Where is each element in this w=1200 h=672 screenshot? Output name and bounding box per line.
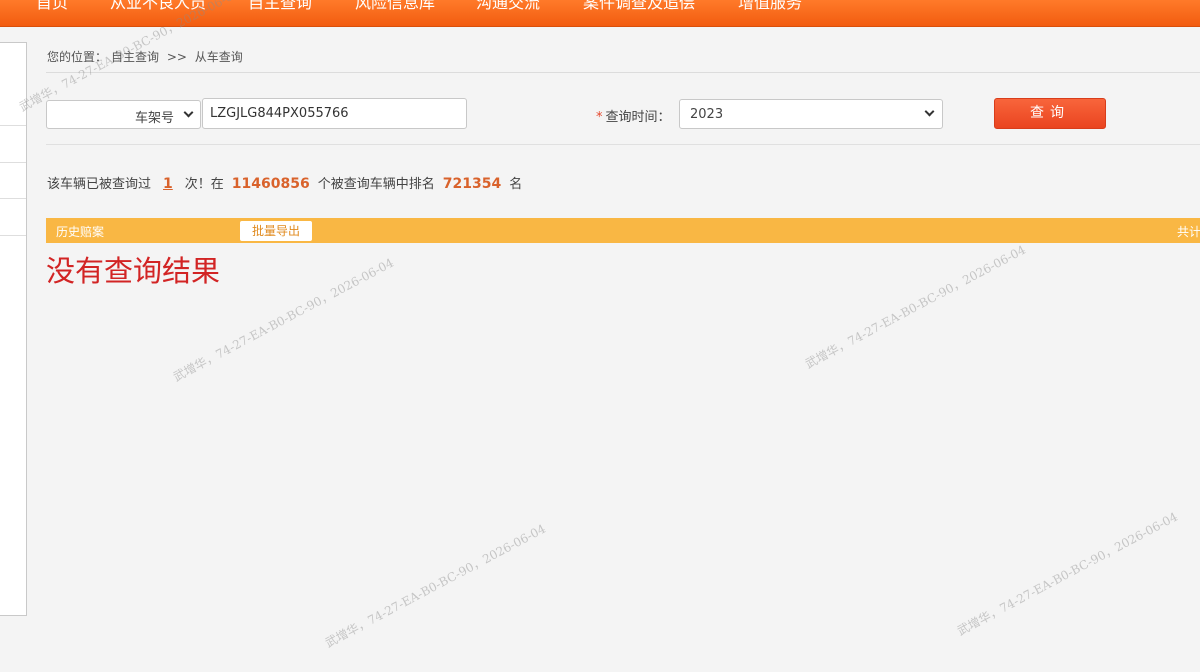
chevron-down-icon [183, 107, 194, 118]
stats-text-before: 该车辆已被查询过 [47, 177, 152, 192]
breadcrumb-prefix: 您的位置： [47, 50, 108, 64]
query-time-label-text: 查询时间： [605, 110, 671, 125]
breadcrumb: 您的位置： 自主查询 >> 从车查询 [47, 48, 247, 65]
query-year-select[interactable]: 2023 [679, 99, 943, 129]
total-vehicles-count: 11460856 [231, 176, 310, 192]
nav-item-case-investigation[interactable]: 案件调查及追偿 [583, 0, 695, 15]
divider [46, 144, 1200, 145]
stats-text-mid2: 个被查询车辆中排名 [317, 177, 435, 192]
required-mark: * [596, 110, 603, 125]
nav-item-bad-practitioners[interactable]: 从业不良人员 [110, 0, 206, 15]
query-year-value: 2023 [690, 107, 724, 122]
query-stats: 该车辆已被查询过 1 次！在 11460856 个被查询车辆中排名 721354 名 [47, 173, 522, 192]
search-button[interactable]: 查询 [994, 98, 1106, 129]
results-header-bar: 历史赔案 批量导出 共计 [46, 218, 1200, 243]
batch-export-button[interactable]: 批量导出 [240, 221, 312, 241]
chevron-down-icon [924, 106, 935, 117]
results-total-label: 共计 [1177, 225, 1200, 239]
breadcrumb-self-query[interactable]: 自主查询 [111, 50, 159, 64]
breadcrumb-current: 从车查询 [194, 50, 243, 64]
sidebar-divider [0, 198, 26, 199]
nav-item-self-query[interactable]: 自主查询 [248, 0, 312, 15]
watermark: 武增华，74-27-EA-B0-BC-90，2026-06-04 [802, 242, 1028, 372]
nav-item-home[interactable]: 首页 [36, 0, 68, 15]
results-title: 历史赔案 [56, 225, 105, 239]
empty-results-message: 没有查询结果 [46, 254, 221, 288]
watermark: 武增华，74-27-EA-B0-BC-90，2026-06-04 [954, 509, 1180, 639]
sidebar-divider [0, 125, 26, 126]
watermark: 武增华，74-27-EA-B0-BC-90，2026-06-04 [322, 521, 548, 651]
query-time-label: * 查询时间： [596, 106, 671, 125]
vehicle-rank: 721354 [442, 176, 502, 192]
query-type-select[interactable]: 车架号 [46, 100, 201, 129]
query-type-value: 车架号 [134, 111, 174, 126]
stats-text-mid: 次！在 [184, 177, 224, 192]
nav-item-risk-database[interactable]: 风险信息库 [355, 0, 435, 15]
breadcrumb-separator: >> [166, 50, 187, 64]
top-nav-bar: 首页 从业不良人员 自主查询 风险信息库 沟通交流 案件调查及追偿 增值服务 [0, 0, 1200, 27]
query-count[interactable]: 1 [163, 176, 173, 192]
stats-text-after: 名 [509, 177, 523, 192]
nav-item-communication[interactable]: 沟通交流 [476, 0, 540, 15]
sidebar-divider [0, 235, 26, 236]
nav-item-value-added[interactable]: 增值服务 [738, 0, 802, 15]
divider [46, 72, 1200, 73]
sidebar-divider [0, 162, 26, 163]
vin-input[interactable] [202, 98, 467, 129]
left-sidebar-panel [0, 42, 27, 616]
